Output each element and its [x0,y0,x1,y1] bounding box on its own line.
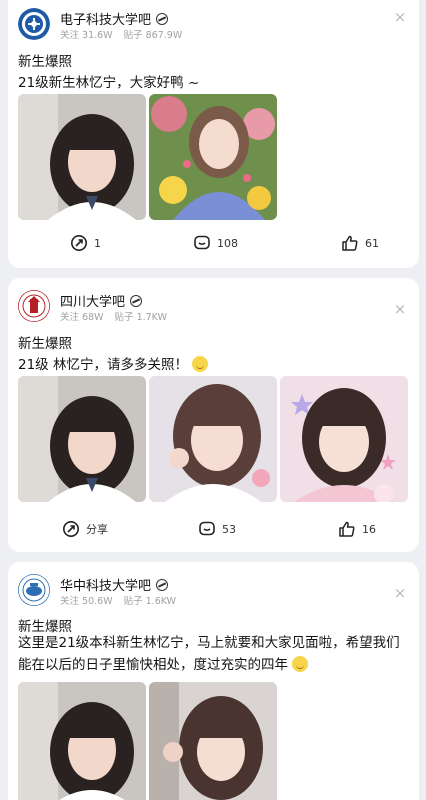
forum-stats: 关注 31.6W 贴子 867.9W [60,27,190,41]
post-text: 21级 林忆宁，请多多关照！ [18,353,208,373]
close-icon[interactable]: × [393,302,407,317]
smile-emoji-icon [191,356,208,372]
post-title: 新生爆照 [18,336,72,352]
forum-avatar[interactable] [18,290,50,322]
forum-avatar[interactable] [18,8,50,40]
post-photo[interactable] [280,376,408,502]
forum-avatar[interactable] [18,574,50,606]
post-count: 贴子 1.7KW [114,312,167,323]
forum-name[interactable]: 四川大学吧 [60,291,143,310]
forum-name[interactable]: 华中科技大学吧 [60,575,169,594]
thumbs-up-icon [339,521,355,537]
photo-grid [18,682,277,800]
post-card[interactable]: 电子科技大学吧 关注 31.6W 贴子 867.9W × 新生爆照 21级新生林… [8,0,419,268]
verified-badge-icon [156,579,169,591]
forum-name[interactable]: 电子科技大学吧 [60,9,169,28]
post-header: 四川大学吧 关注 68W 贴子 1.7KW [18,290,398,324]
like-count: 16 [362,522,376,536]
share-count: 1 [94,236,101,250]
comment-icon [199,521,215,536]
share-button[interactable]: 1 [70,234,101,252]
comment-count: 108 [217,236,238,250]
photo-grid [18,376,408,502]
forum-stats: 关注 50.6W 贴子 1.6KW [60,593,184,607]
post-photo[interactable] [149,94,277,220]
post-photo[interactable] [18,94,146,220]
post-photo[interactable] [149,682,277,800]
comment-icon [194,235,210,250]
share-button[interactable]: 分享 [62,520,108,538]
follow-count: 关注 50.6W [60,596,113,607]
comment-count: 53 [222,522,236,536]
forum-stats: 关注 68W 贴子 1.7KW [60,309,175,323]
share-label: 分享 [86,523,108,536]
like-button[interactable]: 61 [341,234,379,252]
comment-button[interactable]: 53 [198,520,236,538]
post-text: 21级新生林忆宁，大家好鸭 ~ [18,75,200,91]
post-card[interactable]: 华中科技大学吧 关注 50.6W 贴子 1.6KW × 新生爆照 这里是21级本… [8,562,419,800]
follow-count: 关注 31.6W [60,30,113,41]
follow-count: 关注 68W [60,312,104,323]
post-actions: 1 108 61 [8,234,419,256]
post-photo[interactable] [149,376,277,502]
like-count: 61 [365,236,379,250]
post-text: 这里是21级本科新生林忆宁，马上就要和大家见面啦，希望我们能在以后的日子里愉快相… [18,635,400,673]
thumbs-up-icon [342,235,358,251]
comment-button[interactable]: 108 [193,234,238,252]
post-count: 贴子 867.9W [123,30,183,41]
post-title: 新生爆照 [18,54,72,70]
post-actions: 分享 53 16 [8,520,419,542]
close-icon[interactable]: × [393,10,407,25]
photo-grid [18,94,277,220]
post-photo[interactable] [18,376,146,502]
share-icon [71,235,87,251]
share-icon [63,521,79,537]
post-header: 华中科技大学吧 关注 50.6W 贴子 1.6KW [18,574,398,608]
verified-badge-icon [156,13,169,25]
post-card[interactable]: 四川大学吧 关注 68W 贴子 1.7KW × 新生爆照 21级 林忆宁，请多多… [8,278,419,552]
post-photo[interactable] [18,682,146,800]
grin-emoji-icon [292,656,308,672]
like-button[interactable]: 16 [338,520,376,538]
close-icon[interactable]: × [393,586,407,601]
verified-badge-icon [130,295,143,307]
post-header: 电子科技大学吧 关注 31.6W 贴子 867.9W [18,8,398,42]
post-count: 贴子 1.6KW [123,596,177,607]
